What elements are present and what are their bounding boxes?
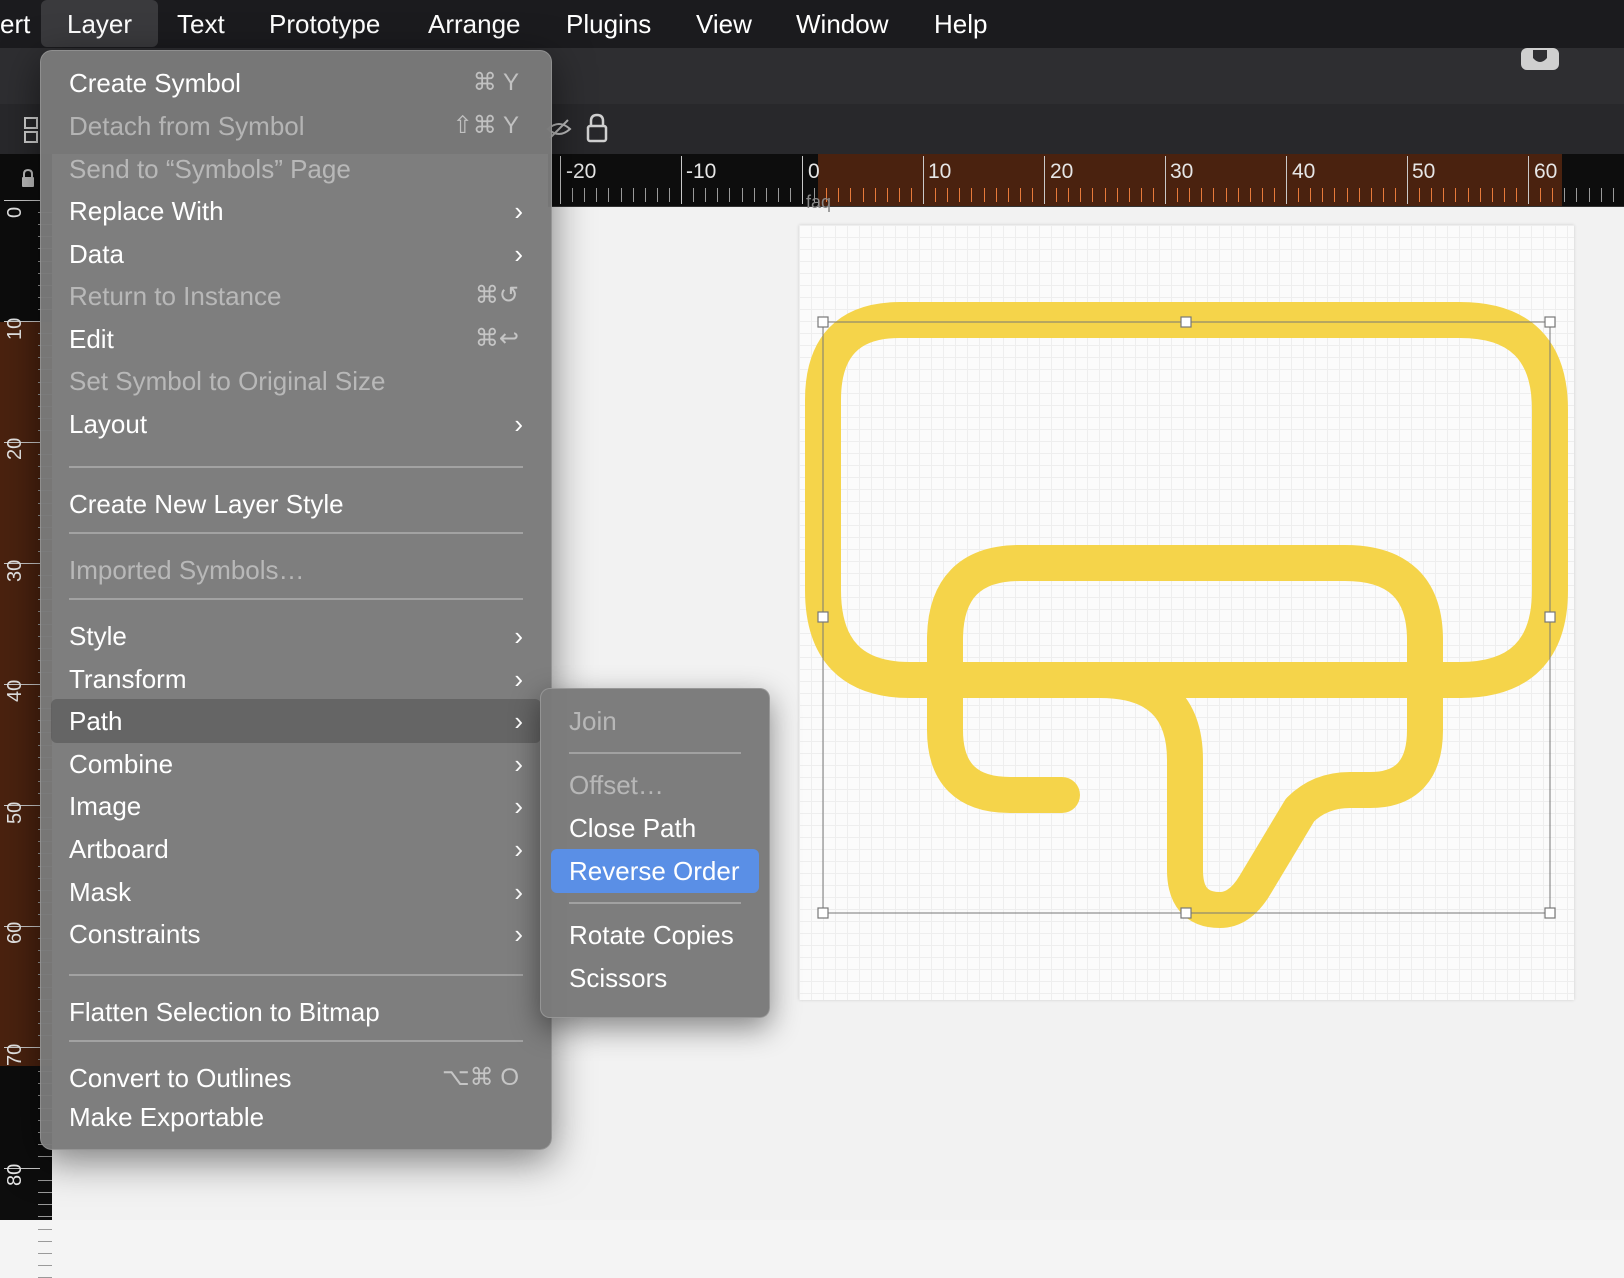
menu-item-label: Path bbox=[69, 706, 123, 736]
shortcut: ⌘↩ bbox=[474, 325, 519, 352]
menu-item-label: Style bbox=[69, 621, 127, 651]
menu-item-image[interactable]: Image › bbox=[51, 784, 541, 828]
menu-item-label: Create Symbol bbox=[69, 68, 241, 98]
menu-separator bbox=[569, 902, 741, 904]
shortcut: ⌘↺ bbox=[474, 282, 519, 309]
chevron-right-icon: › bbox=[514, 877, 523, 907]
menu-item-constraints[interactable]: Constraints › bbox=[51, 912, 541, 956]
menu-item-label: Data bbox=[69, 239, 124, 269]
submenu-item-join[interactable]: Join bbox=[551, 699, 759, 743]
ruler-tick bbox=[38, 1240, 52, 1242]
menu-item-transform[interactable]: Transform › bbox=[51, 657, 541, 701]
layer-menu: Create Symbol ⌘ Y Detach from Symbol ⇧⌘ … bbox=[40, 50, 552, 1150]
menu-item-label: Make Exportable bbox=[69, 1102, 265, 1132]
menu-item-label: Send to “Symbols” Page bbox=[69, 154, 351, 184]
menu-item-send-to-symbols-page[interactable]: Send to “Symbols” Page bbox=[51, 147, 541, 191]
chevron-right-icon: › bbox=[514, 749, 523, 779]
menu-item-label: Artboard bbox=[69, 834, 169, 864]
menu-item-convert-to-outlines[interactable]: Convert to Outlines ⌥⌘ O bbox=[51, 1056, 541, 1100]
menu-item-flatten-to-bitmap[interactable]: Flatten Selection to Bitmap bbox=[51, 990, 541, 1034]
menu-separator bbox=[69, 974, 523, 976]
menu-item-create-new-layer-style[interactable]: Create New Layer Style bbox=[51, 482, 541, 526]
path-submenu: Join Offset… Close Path Reverse Order Ro… bbox=[540, 688, 770, 1018]
menu-item-edit[interactable]: Edit ⌘↩ bbox=[51, 317, 541, 361]
submenu-item-rotate-copies[interactable]: Rotate Copies bbox=[551, 913, 759, 957]
menu-item-label: Combine bbox=[69, 749, 174, 779]
chevron-right-icon: › bbox=[514, 621, 523, 651]
chevron-right-icon: › bbox=[514, 239, 523, 269]
menu-item-label: Imported Symbols… bbox=[69, 555, 305, 585]
menu-item-label: Mask bbox=[69, 877, 132, 907]
chevron-right-icon: › bbox=[514, 834, 523, 864]
ruler-tick bbox=[38, 1228, 52, 1230]
menu-item-data[interactable]: Data › bbox=[51, 232, 541, 276]
shortcut: ⌘ Y bbox=[472, 69, 519, 96]
shortcut: ⇧⌘ Y bbox=[452, 112, 519, 139]
menu-item-imported-symbols[interactable]: Imported Symbols… bbox=[51, 548, 541, 592]
menu-item-label: Return to Instance bbox=[69, 281, 282, 311]
chevron-right-icon: › bbox=[514, 791, 523, 821]
ruler-tick bbox=[38, 1252, 52, 1254]
menu-item-label: Edit bbox=[69, 324, 114, 354]
submenu-item-close-path[interactable]: Close Path bbox=[551, 806, 759, 850]
menu-item-detach-from-symbol[interactable]: Detach from Symbol ⇧⌘ Y bbox=[51, 104, 541, 148]
menu-item-return-to-instance[interactable]: Return to Instance ⌘↺ bbox=[51, 274, 541, 318]
menu-item-replace-with[interactable]: Replace With › bbox=[51, 189, 541, 233]
menu-item-style[interactable]: Style › bbox=[51, 614, 541, 658]
chevron-right-icon: › bbox=[514, 919, 523, 949]
menu-item-label: Set Symbol to Original Size bbox=[69, 366, 386, 396]
chevron-right-icon: › bbox=[514, 664, 523, 694]
menu-item-label: Convert to Outlines bbox=[69, 1063, 292, 1093]
menu-separator bbox=[69, 532, 523, 534]
menu-item-set-symbol-original-size[interactable]: Set Symbol to Original Size bbox=[51, 359, 541, 403]
menu-item-label: Layout bbox=[69, 409, 148, 439]
submenu-item-scissors[interactable]: Scissors bbox=[551, 956, 759, 1000]
menu-item-label: Transform bbox=[69, 664, 187, 694]
submenu-item-offset[interactable]: Offset… bbox=[551, 763, 759, 807]
menu-item-path[interactable]: Path › bbox=[51, 699, 541, 743]
menu-item-label: Constraints bbox=[69, 919, 201, 949]
shortcut: ⌥⌘ O bbox=[442, 1064, 519, 1091]
menu-separator bbox=[569, 752, 741, 754]
ruler-tick bbox=[38, 1264, 52, 1266]
menu-item-combine[interactable]: Combine › bbox=[51, 742, 541, 786]
chevron-right-icon: › bbox=[514, 196, 523, 226]
menu-item-label: Flatten Selection to Bitmap bbox=[69, 997, 380, 1027]
menu-item-create-symbol[interactable]: Create Symbol ⌘ Y bbox=[51, 61, 541, 105]
menu-item-label: Image bbox=[69, 791, 142, 821]
menu-item-label: Create New Layer Style bbox=[69, 489, 344, 519]
menu-separator bbox=[69, 466, 523, 468]
menu-item-label: Detach from Symbol bbox=[69, 111, 305, 141]
menu-item-artboard[interactable]: Artboard › bbox=[51, 827, 541, 871]
menu-item-label: Replace With bbox=[69, 196, 224, 226]
menu-item-mask[interactable]: Mask › bbox=[51, 870, 541, 914]
chevron-right-icon: › bbox=[514, 409, 523, 439]
menu-separator bbox=[69, 598, 523, 600]
menu-separator bbox=[69, 1040, 523, 1042]
menu-item-layout[interactable]: Layout › bbox=[51, 402, 541, 446]
submenu-item-reverse-order[interactable]: Reverse Order bbox=[551, 849, 759, 893]
menu-item-make-exportable[interactable]: Make Exportable bbox=[51, 1095, 541, 1139]
chevron-right-icon: › bbox=[514, 706, 523, 736]
